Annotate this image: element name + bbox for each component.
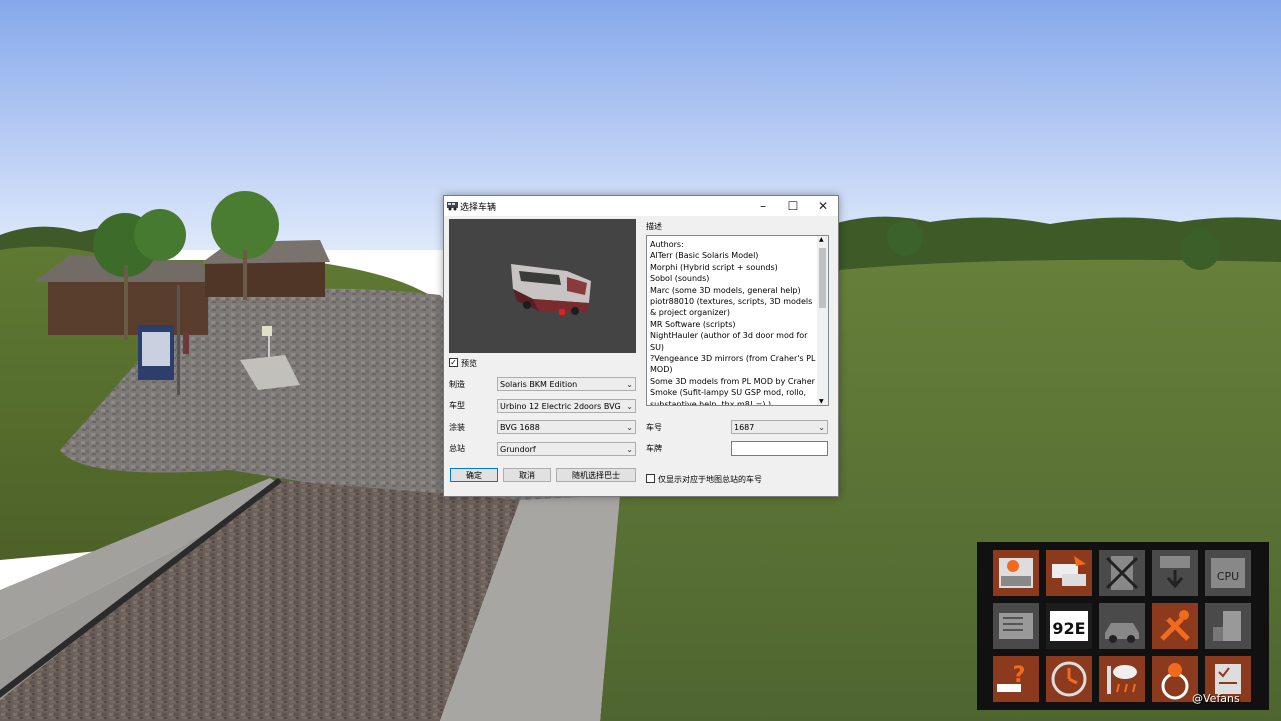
repair-icon[interactable] (1152, 603, 1198, 649)
close-button[interactable]: ✕ (808, 196, 838, 216)
livery-value: BVG 1688 (500, 423, 540, 432)
depot-select[interactable]: Grundorf ⌄ (497, 442, 636, 456)
dialog-titlebar[interactable]: 选择车辆 – ☐ ✕ (444, 196, 838, 216)
chevron-down-icon: ⌄ (818, 423, 825, 432)
maximize-icon: ☐ (787, 199, 799, 213)
livery-select[interactable]: BVG 1688 ⌄ (497, 420, 636, 434)
plate-label: 车牌 (646, 444, 662, 453)
description-line: Marc (some 3D models, general help) (650, 285, 801, 295)
ok-button[interactable]: 确定 (450, 468, 498, 482)
minimize-icon: – (760, 199, 766, 213)
chevron-down-icon: ⌄ (626, 402, 633, 411)
close-icon: ✕ (817, 199, 829, 213)
random-bus-button[interactable]: 随机选择巴士 (556, 468, 636, 482)
filter-checkbox[interactable] (646, 474, 655, 483)
minimize-button[interactable]: – (748, 196, 778, 216)
chevron-down-icon: ⌄ (626, 423, 633, 432)
description-line: Authors: (650, 240, 684, 249)
preview-checkbox[interactable]: ✓ (449, 358, 458, 367)
description-line: MR Software (scripts) (650, 319, 736, 329)
line-display-icon[interactable]: 92E (1046, 603, 1092, 649)
description-line: substantive help, thx m8! =) ) (650, 399, 772, 406)
maximize-button[interactable]: ☐ (778, 196, 808, 216)
description-line: piotr88010 (textures, scripts, 3D models (650, 297, 813, 307)
help-icon[interactable]: ? (993, 656, 1039, 702)
description-line: AlTerr (Basic Solaris Model) (650, 251, 759, 261)
filter-checkbox-label: 仅显示对应于地图总站的车号 (658, 475, 762, 484)
livery-label: 涂装 (449, 423, 465, 432)
chevron-down-icon: ⌄ (626, 380, 633, 389)
description-box[interactable]: Authors: AlTerr (Basic Solaris Model) Morp… (646, 235, 829, 406)
description-line: Smoke (Sufit-lampy SU GSP mod, rollo, (650, 388, 807, 398)
game-toolbar: CPU 92E ? (977, 542, 1269, 710)
dialog-title: 选择车辆 (460, 203, 497, 213)
bus-remove-icon[interactable] (1099, 550, 1145, 596)
model-select[interactable]: Urbino 12 Electric 2doors BVG ⌄ (497, 399, 636, 413)
manufacturer-label: 制造 (449, 380, 465, 389)
vehicle-select-dialog: 选择车辆 – ☐ ✕ ✓ 预览 制造 Solaris BKM Edition ⌄ (443, 195, 839, 497)
svg-text:CPU: CPU (1217, 570, 1239, 583)
description-text: Authors: AlTerr (Basic Solaris Model) Morp… (650, 239, 816, 406)
timetable-icon[interactable] (993, 603, 1039, 649)
manufacturer-select[interactable]: Solaris BKM Edition ⌄ (497, 377, 636, 391)
bus-app-icon (447, 202, 458, 211)
number-label: 车号 (646, 423, 662, 432)
bus-model-image (511, 264, 591, 315)
scroll-down-icon[interactable]: ▼ (819, 398, 824, 405)
fuel-icon[interactable] (1205, 603, 1251, 649)
svg-text:92E: 92E (1052, 619, 1085, 638)
description-line: Morphi (Hybrid script + sounds) (650, 262, 778, 272)
description-line: NightHauler (author of 3d door mod for (650, 331, 808, 341)
manufacturer-value: Solaris BKM Edition (500, 380, 578, 389)
chevron-down-icon: ⌄ (626, 445, 633, 454)
cpu-icon[interactable]: CPU (1205, 550, 1251, 596)
description-label: 描述 (646, 222, 662, 231)
scroll-up-icon[interactable]: ▲ (819, 236, 824, 243)
depot-value: Grundorf (500, 445, 536, 454)
watermark-text: @Vefans (1192, 692, 1240, 705)
scroll-thumb[interactable] (819, 248, 826, 308)
bus-select-icon[interactable] (1046, 550, 1092, 596)
depot-label: 总站 (449, 444, 465, 453)
traffic-icon[interactable] (1099, 603, 1145, 649)
preview-checkbox-label: 预览 (461, 359, 477, 368)
description-line: Sobol (sounds) (650, 274, 710, 284)
clock-icon[interactable] (1046, 656, 1092, 702)
description-line: SU) (650, 342, 665, 352)
bus-map-icon[interactable] (1152, 550, 1198, 596)
description-line: Some 3D models from PL MOD by Craher (650, 376, 815, 386)
vehicle-preview (449, 219, 636, 353)
model-value: Urbino 12 Electric 2doors BVG (500, 402, 621, 411)
settings-panel-icon[interactable] (993, 550, 1039, 596)
description-line: ?Vengeance 3D mirrors (from Craher's PL (650, 354, 816, 364)
description-line: MOD) (650, 365, 673, 375)
plate-input[interactable] (731, 441, 828, 456)
number-select[interactable]: 1687 ⌄ (731, 420, 828, 434)
description-line: & project organizer) (650, 308, 730, 318)
weather-icon[interactable] (1099, 656, 1145, 702)
model-label: 车型 (449, 401, 465, 410)
number-value: 1687 (734, 423, 755, 432)
cancel-button[interactable]: 取消 (503, 468, 551, 482)
description-scrollbar[interactable]: ▲ ▼ (817, 236, 828, 405)
